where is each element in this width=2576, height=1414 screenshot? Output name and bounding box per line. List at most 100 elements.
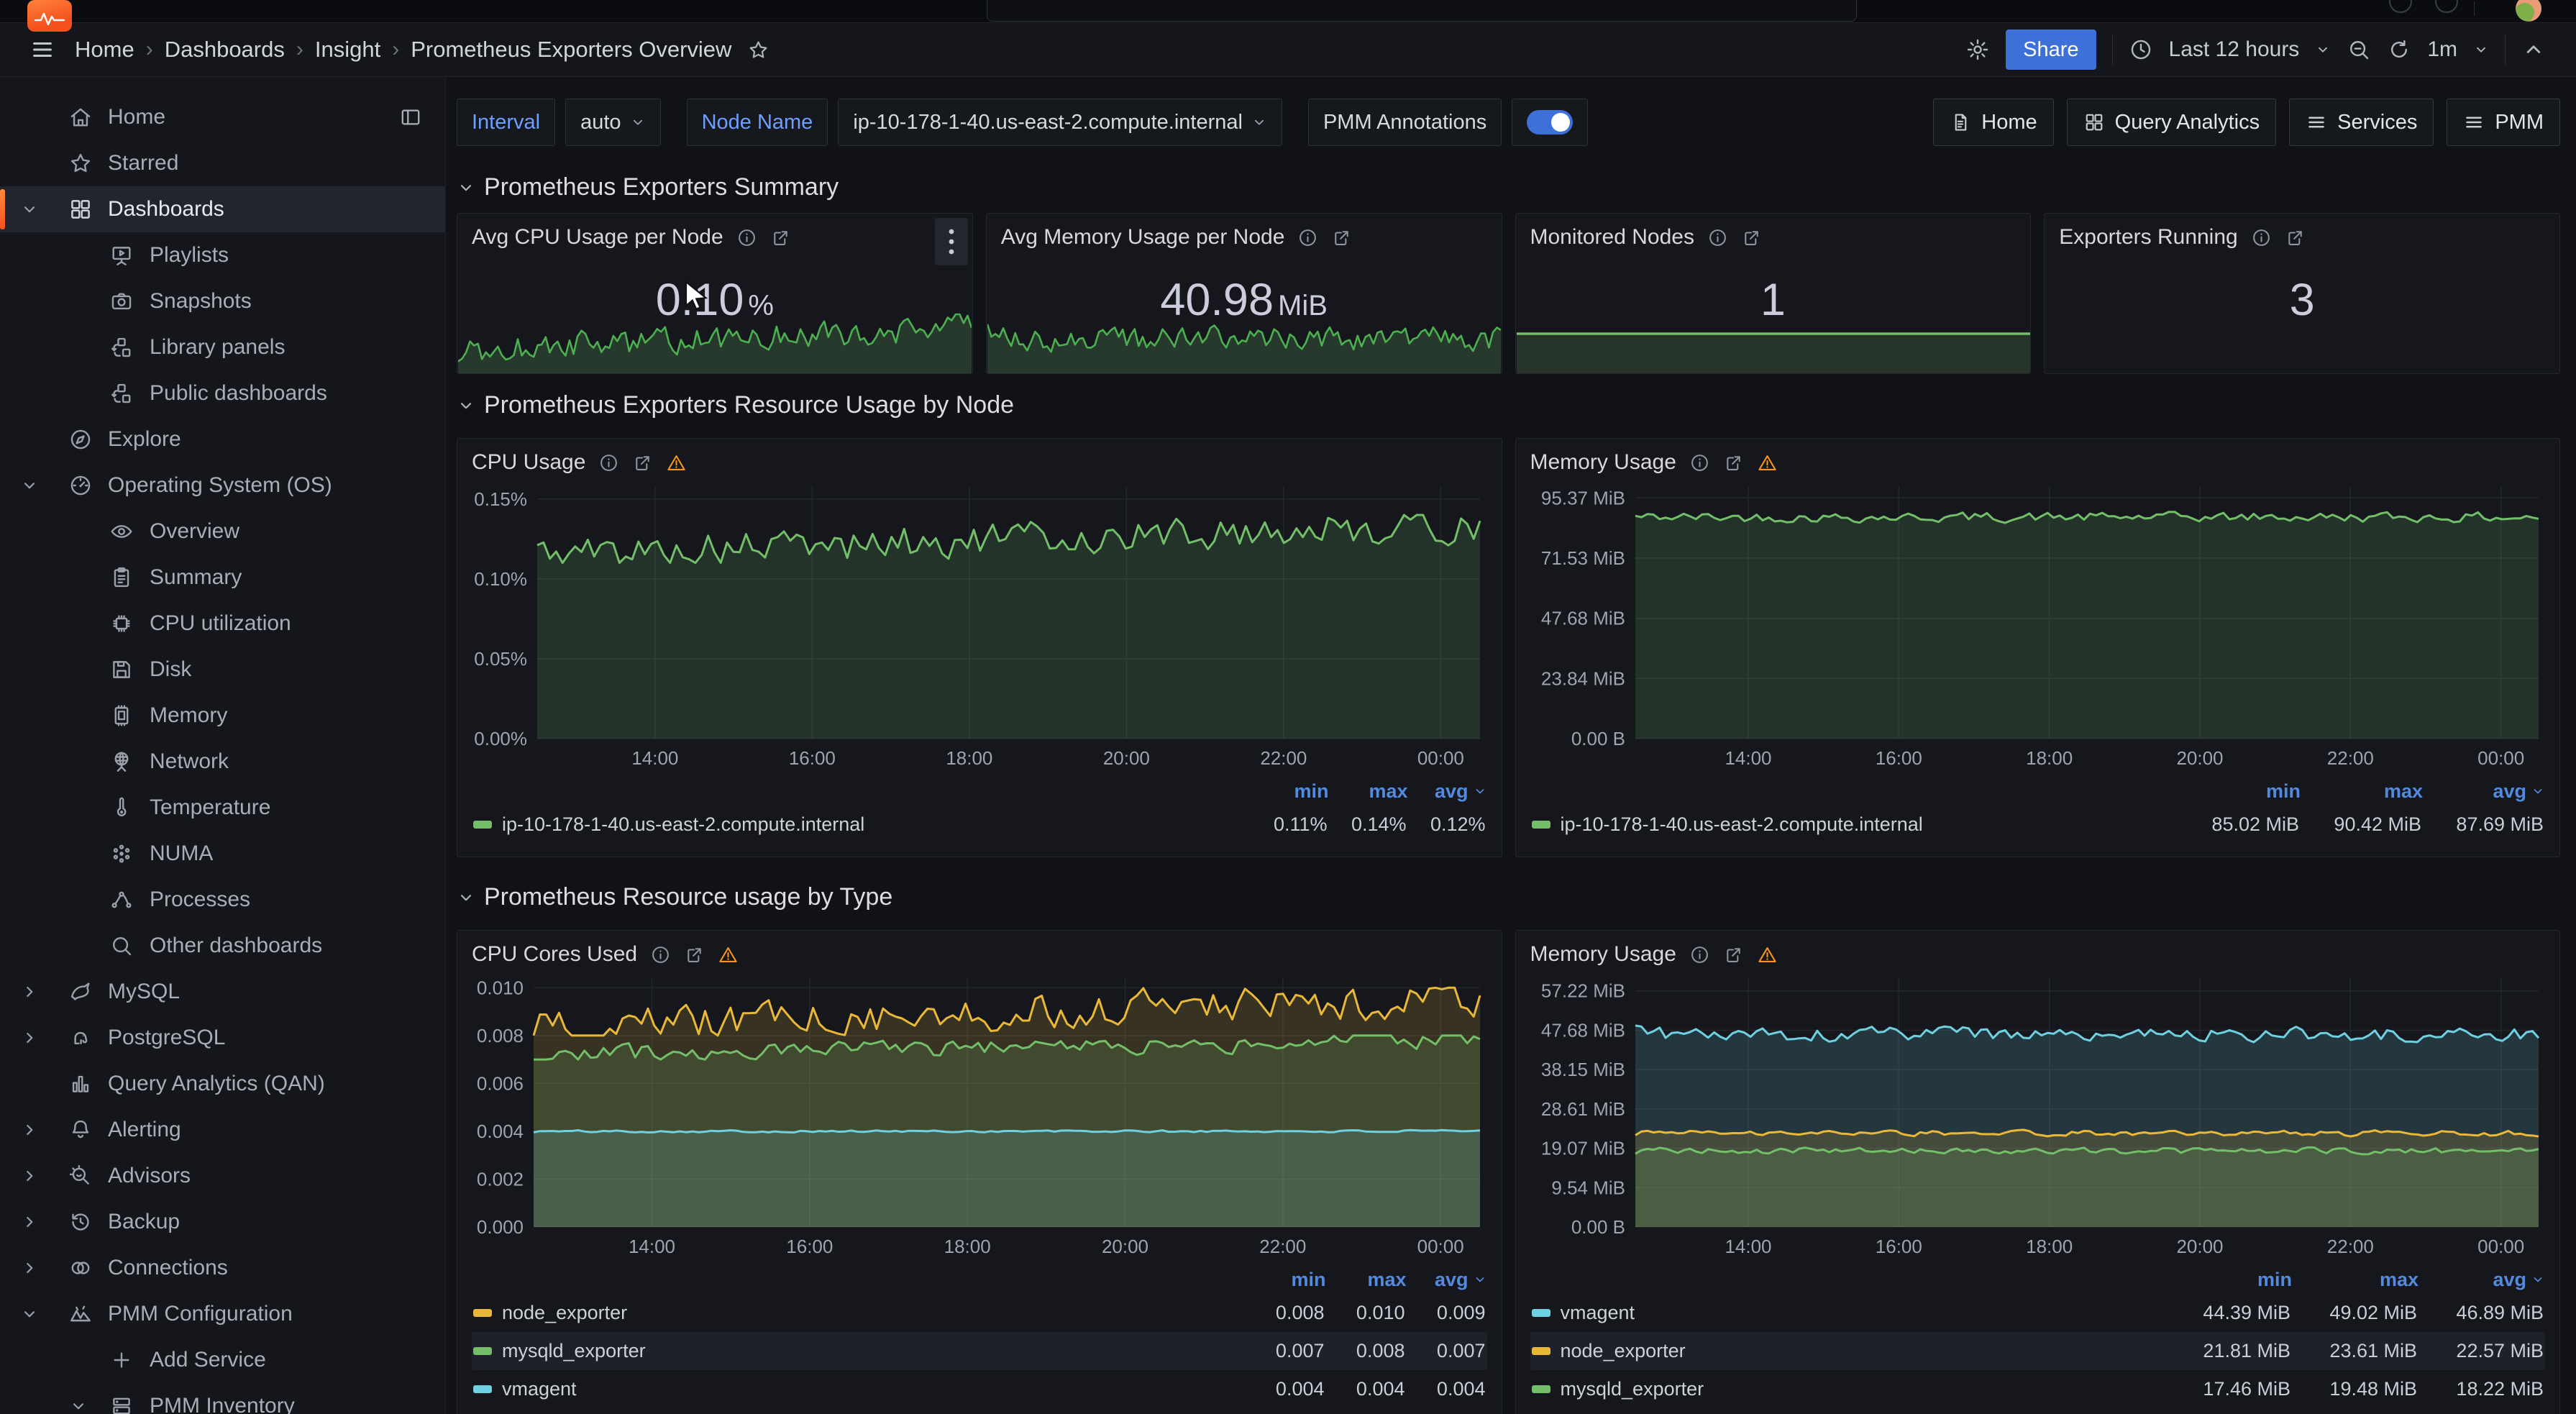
legend-sort-min[interactable]: min [2178,780,2301,803]
chevron-down-icon[interactable] [2315,42,2331,58]
sidebar-item-advisors[interactable]: Advisors [0,1153,445,1199]
time-series-plot[interactable]: 0.15%0.10%0.05%0.00%14:0016:0018:0020:00… [469,480,1490,775]
chevron-right-icon[interactable] [20,1121,39,1139]
sidebar-item-query-analytics-qan[interactable]: Query Analytics (QAN) [0,1061,445,1107]
external-link-icon[interactable] [1723,944,1744,965]
info-icon[interactable] [1689,452,1710,473]
external-link-icon[interactable] [1741,227,1762,248]
sidebar-item-processes[interactable]: Processes [0,877,445,923]
sidebar-item-explore[interactable]: Explore [0,416,445,462]
legend-sort-avg[interactable]: avg [2419,1269,2545,1291]
legend-series-name[interactable]: vmagent [1532,1302,2165,1324]
panel-menu-button[interactable] [935,218,968,265]
chevron-right-icon[interactable] [20,1167,39,1185]
legend-series-name[interactable]: ip-10-178-1-40.us-east-2.compute.interna… [1532,813,2178,836]
node-name-select[interactable]: ip-10-178-1-40.us-east-2.compute.interna… [838,99,1282,146]
time-series-plot[interactable]: 95.37 MiB71.53 MiB47.68 MiB23.84 MiB0.00… [1527,480,2549,775]
pmm-annotations-toggle[interactable] [1512,99,1588,146]
info-icon[interactable] [598,452,619,473]
sidebar-item-public-dashboards[interactable]: Public dashboards [0,370,445,416]
info-icon[interactable] [1689,944,1710,965]
legend-series-name[interactable]: ip-10-178-1-40.us-east-2.compute.interna… [473,813,1248,836]
legend-sort-avg[interactable]: avg [2423,780,2545,803]
sidebar-item-other-dashboards[interactable]: Other dashboards [0,923,445,969]
panel-title[interactable]: CPU Cores Used [472,942,637,967]
panel-title[interactable]: CPU Usage [472,450,585,475]
legend-series-name[interactable]: vmagent [473,1378,1244,1400]
refresh-interval[interactable]: 1m [2427,37,2457,62]
help-icon[interactable] [2389,0,2412,13]
panel-title[interactable]: Memory Usage [1530,942,1676,967]
refresh-icon[interactable] [2387,37,2411,62]
external-link-icon[interactable] [1331,227,1352,248]
chevron-down-icon[interactable] [20,476,39,495]
chevron-right-icon[interactable] [20,1259,39,1277]
legend-sort-min[interactable]: min [1246,1269,1326,1291]
collapse-topbar-icon[interactable] [2521,37,2546,62]
sidebar-item-overview[interactable]: Overview [0,508,445,555]
section-resource-usage-by-node[interactable]: Prometheus Exporters Resource Usage by N… [457,391,2560,419]
sidebar-item-backup[interactable]: Backup [0,1199,445,1245]
info-icon[interactable] [736,227,757,248]
sidebar-item-postgresql[interactable]: PostgreSQL [0,1015,445,1061]
chevron-right-icon[interactable] [20,1028,39,1047]
notifications-icon[interactable] [2435,0,2458,13]
legend-sort-max[interactable]: max [2301,780,2423,803]
section-exporters-summary[interactable]: Prometheus Exporters Summary [457,173,2560,201]
warning-icon[interactable] [718,944,739,965]
info-icon[interactable] [1707,227,1728,248]
legend-sort-max[interactable]: max [1326,1269,1407,1291]
legend-sort-min[interactable]: min [2165,1269,2292,1291]
sidebar-item-alerting[interactable]: Alerting [0,1107,445,1153]
sidebar-item-snapshots[interactable]: Snapshots [0,278,445,324]
legend-sort-avg[interactable]: avg [1408,780,1487,803]
breadcrumb-dashboards[interactable]: Dashboards [165,37,285,63]
legend-sort-avg[interactable]: avg [1407,1269,1487,1291]
sidebar-item-operating-system-os[interactable]: Operating System (OS) [0,462,445,508]
interval-select[interactable]: auto [565,99,660,146]
sidebar-item-pmm-inventory[interactable]: PMM Inventory [0,1383,445,1414]
dock-menu-icon[interactable] [399,106,422,129]
breadcrumb-home[interactable]: Home [75,37,134,63]
panel-title[interactable]: Avg Memory Usage per Node [1001,225,1285,250]
panel-title[interactable]: Exporters Running [2059,225,2237,250]
info-icon[interactable] [2251,227,2272,248]
link-pmm-button[interactable]: PMM [2447,99,2560,146]
external-link-icon[interactable] [2285,227,2306,248]
panel-title[interactable]: Monitored Nodes [1530,225,1694,250]
sidebar-item-cpu-utilization[interactable]: CPU utilization [0,601,445,647]
legend-series-name[interactable]: node_exporter [1532,1340,2165,1362]
external-link-icon[interactable] [1723,452,1744,473]
chevron-down-icon[interactable] [2473,42,2489,58]
legend-sort-max[interactable]: max [2292,1269,2419,1291]
info-icon[interactable] [1297,227,1318,248]
section-resource-usage-by-type[interactable]: Prometheus Resource usage by Type [457,883,2560,911]
chevron-down-icon[interactable] [20,1305,39,1323]
time-series-plot[interactable]: 57.22 MiB47.68 MiB38.15 MiB28.61 MiB19.0… [1527,972,2549,1264]
sidebar-item-memory[interactable]: Memory [0,693,445,739]
chevron-right-icon[interactable] [20,982,39,1001]
sidebar-item-library-panels[interactable]: Library panels [0,324,445,370]
external-link-icon[interactable] [770,227,791,248]
external-link-icon[interactable] [684,944,705,965]
external-link-icon[interactable] [632,452,653,473]
chevron-down-icon[interactable] [69,1397,88,1414]
dashboard-settings-icon[interactable] [1965,37,1990,62]
legend-series-name[interactable]: node_exporter [473,1302,1244,1324]
chevron-down-icon[interactable] [20,200,39,219]
legend-sort-min[interactable]: min [1250,780,1329,803]
time-range-clock-icon[interactable] [2129,37,2153,62]
share-button[interactable]: Share [2006,29,2096,70]
link-services-button[interactable]: Services [2289,99,2434,146]
sidebar-item-pmm-configuration[interactable]: PMM Configuration [0,1291,445,1337]
sidebar-item-home[interactable]: Home [0,94,445,140]
link-query-analytics-button[interactable]: Query Analytics [2067,99,2276,146]
sidebar-item-summary[interactable]: Summary [0,555,445,601]
warning-icon[interactable] [1757,944,1778,965]
avatar[interactable] [2516,0,2541,22]
warning-icon[interactable] [666,452,687,473]
warning-icon[interactable] [1757,452,1778,473]
favorite-star-icon[interactable] [747,39,769,61]
sidebar-item-starred[interactable]: Starred [0,140,445,186]
zoom-out-icon[interactable] [2347,37,2371,62]
